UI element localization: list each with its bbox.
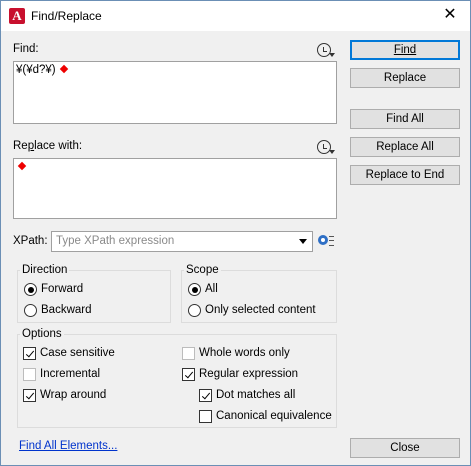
window-title: Find/Replace — [31, 9, 102, 23]
replace-label: Replace with: — [13, 140, 83, 152]
find-all-button-label: Find All — [386, 113, 424, 125]
options-title: Options — [20, 328, 64, 340]
xpath-combobox[interactable]: Type XPath expression — [51, 231, 313, 252]
find-button[interactable]: Find — [350, 40, 460, 60]
replace-input[interactable] — [13, 158, 337, 219]
whole-words-checkbox[interactable] — [182, 347, 195, 360]
find-button-label: Find — [393, 44, 417, 56]
gear-menu-lines-icon[interactable] — [329, 236, 334, 246]
chevron-down-icon[interactable] — [299, 239, 307, 244]
backward-radio[interactable] — [24, 304, 37, 317]
find-label: Find: — [13, 43, 39, 55]
find-all-button[interactable]: Find All — [350, 109, 460, 129]
title-bar: A Find/Replace ✕ — [1, 1, 470, 31]
replace-history-arrow-icon[interactable] — [329, 150, 335, 154]
replace-all-button[interactable]: Replace All — [350, 137, 460, 157]
scope-all-label[interactable]: All — [205, 283, 218, 295]
case-sensitive-label[interactable]: Case sensitive — [40, 347, 115, 359]
xpath-label: XPath: — [13, 235, 48, 247]
incremental-checkbox[interactable] — [23, 368, 36, 381]
wrap-around-checkbox[interactable] — [23, 389, 36, 402]
find-input-value: ¥(¥d?¥) — [16, 64, 56, 76]
case-sensitive-checkbox[interactable] — [23, 347, 36, 360]
caret-marker-icon — [59, 64, 68, 74]
gear-icon[interactable] — [318, 235, 328, 245]
dot-matches-all-label[interactable]: Dot matches all — [216, 389, 295, 401]
find-replace-dialog: A Find/Replace ✕ Find: ¥(¥d?¥) Replace w… — [0, 0, 471, 466]
replace-button-label: Replace — [383, 72, 427, 84]
find-history-arrow-icon[interactable] — [329, 53, 335, 57]
regex-checkbox[interactable] — [182, 368, 195, 381]
close-button-label: Close — [390, 442, 420, 454]
replace-to-end-button-label: Replace to End — [365, 169, 445, 181]
find-all-elements-link[interactable]: Find All Elements... — [19, 440, 117, 452]
direction-title: Direction — [20, 264, 70, 276]
replace-all-button-label: Replace All — [376, 141, 434, 153]
replace-button[interactable]: Replace — [350, 68, 460, 88]
scope-all-radio[interactable] — [188, 283, 201, 296]
find-input[interactable]: ¥(¥d?¥) — [13, 61, 337, 124]
xpath-placeholder: Type XPath expression — [56, 235, 175, 247]
forward-radio[interactable] — [24, 283, 37, 296]
app-icon: A — [9, 8, 25, 24]
dot-matches-all-checkbox[interactable] — [199, 389, 212, 402]
canonical-equivalence-label[interactable]: Canonical equivalence — [216, 410, 332, 422]
wrap-around-label[interactable]: Wrap around — [40, 389, 106, 401]
caret-marker-icon — [17, 161, 27, 171]
close-icon[interactable]: ✕ — [436, 3, 464, 27]
close-button[interactable]: Close — [350, 438, 460, 458]
backward-label[interactable]: Backward — [41, 304, 92, 316]
regex-label[interactable]: Regular expression — [199, 368, 298, 380]
incremental-label[interactable]: Incremental — [40, 368, 100, 380]
scope-selected-radio[interactable] — [188, 304, 201, 317]
replace-to-end-button[interactable]: Replace to End — [350, 165, 460, 185]
whole-words-label[interactable]: Whole words only — [199, 347, 290, 359]
scope-selected-label[interactable]: Only selected content — [205, 304, 316, 316]
forward-label[interactable]: Forward — [41, 283, 83, 295]
canonical-equivalence-checkbox[interactable] — [199, 410, 212, 423]
scope-title: Scope — [184, 264, 221, 276]
